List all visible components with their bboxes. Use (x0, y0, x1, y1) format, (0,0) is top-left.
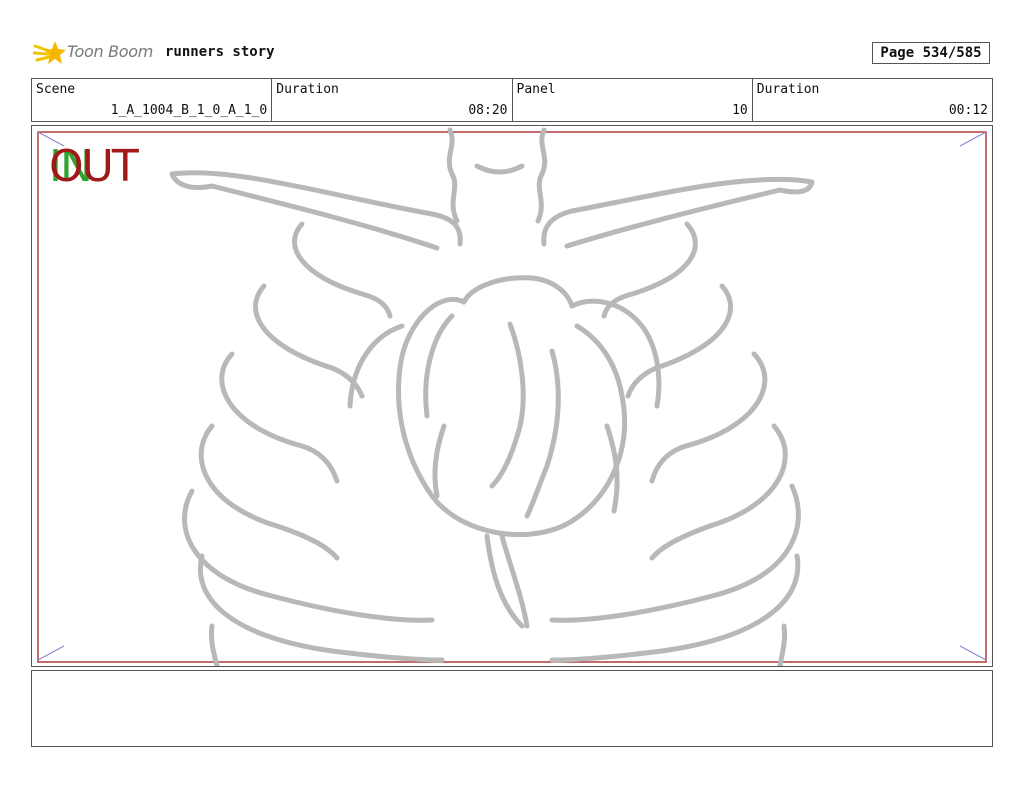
in-out-markers: IN OUT (49, 144, 159, 190)
scene-value: 1_A_1004_B_1_0_A_1_0 (110, 103, 268, 118)
scene-label: Scene (36, 82, 76, 97)
notes-box[interactable] (31, 670, 993, 747)
panel-drawing (37, 127, 987, 666)
star-logo-icon (33, 41, 66, 64)
corner-marks (37, 131, 987, 661)
panel-value: 10 (732, 103, 748, 118)
safe-frame (37, 131, 987, 663)
panel-duration-value: 00:12 (948, 103, 988, 118)
logo-text: Toon Boom (67, 42, 154, 61)
storyboard-panel: IN OUT (31, 125, 993, 667)
project-name: runners story (165, 44, 275, 60)
panel-duration-label: Duration (756, 82, 820, 97)
ribcage-sketch (169, 127, 815, 666)
panel-cell: Panel 10 (513, 79, 753, 121)
scene-duration-label: Duration (276, 82, 339, 97)
scene-duration-cell: Duration 08:20 (272, 79, 513, 121)
scene-duration-value: 08:20 (468, 103, 508, 118)
page-number: Page 534/585 (872, 42, 990, 64)
toon-boom-logo: Toon Boom (33, 38, 158, 68)
panel-duration-cell: Duration 00:12 (753, 79, 992, 121)
scene-info-bar: Scene 1_A_1004_B_1_0_A_1_0 Duration 08:2… (31, 78, 993, 122)
scene-cell: Scene 1_A_1004_B_1_0_A_1_0 (32, 79, 273, 121)
panel-label: Panel (516, 82, 556, 97)
out-marker: OUT (49, 141, 139, 192)
